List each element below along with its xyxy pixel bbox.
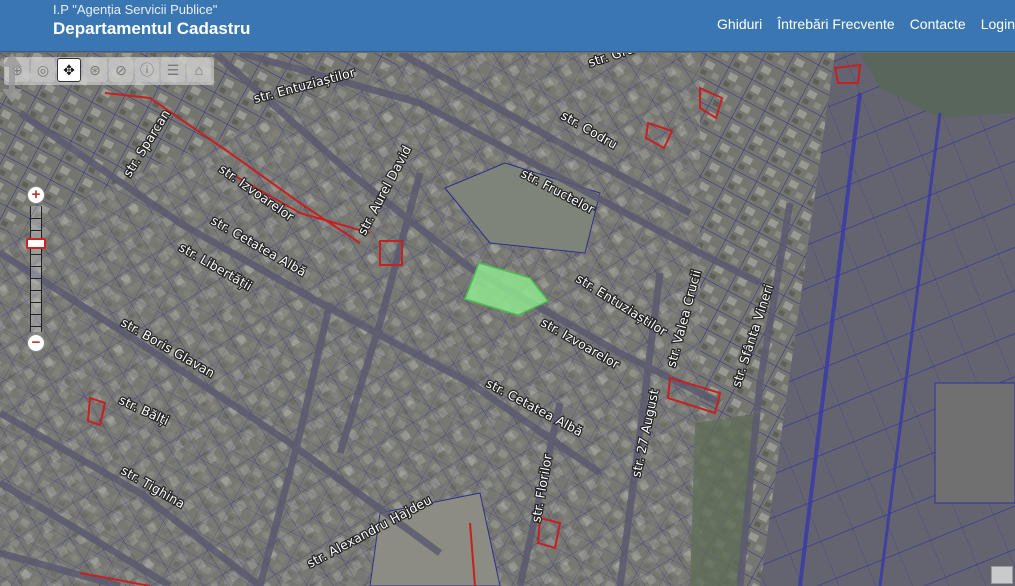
app-header: I.P "Agenția Servicii Publice" Departame…	[0, 0, 1015, 52]
pan-tool-icon[interactable]: ✥	[57, 58, 81, 82]
home-tool-icon[interactable]: ⌂	[187, 58, 211, 82]
identify-tool-icon[interactable]: ⊛	[83, 58, 107, 82]
pan-arrows-icon[interactable]	[0, 53, 24, 103]
map-canvas[interactable]: str. Grădinilor str. Entuziaștilor str. …	[0, 53, 1015, 586]
top-nav: Ghiduri Întrebări Frecvente Contacte Log…	[702, 16, 1015, 32]
zoom-in-button[interactable]: +	[27, 186, 45, 204]
zoom-track[interactable]	[30, 206, 42, 332]
zoom-slider-handle[interactable]	[26, 238, 46, 249]
nav-faq-link[interactable]: Întrebări Frecvente	[777, 16, 895, 32]
zoom-out-tool-icon[interactable]: ◎	[31, 58, 55, 82]
organization-name: I.P "Agenția Servicii Publice"	[53, 2, 218, 17]
map-toolbar: ⊕ ◎ ✥ ⊛ ⊘ ⓘ ☰ ⌂	[4, 57, 214, 85]
department-title: Departamentul Cadastru	[53, 19, 251, 38]
overview-map-toggle-icon[interactable]	[991, 566, 1013, 584]
nav-login-link[interactable]: Login	[981, 16, 1015, 32]
nav-guides-link[interactable]: Ghiduri	[717, 16, 762, 32]
measure-tool-icon[interactable]: ⊘	[109, 58, 133, 82]
info-tool-icon[interactable]: ⓘ	[135, 58, 159, 82]
nav-contacts-link[interactable]: Contacte	[910, 16, 966, 32]
zoom-out-button[interactable]: −	[27, 334, 45, 352]
cadastral-map[interactable]: str. Grădinilor str. Entuziaștilor str. …	[0, 53, 1015, 586]
layers-tool-icon[interactable]: ☰	[161, 58, 185, 82]
zoom-control: + −	[26, 186, 46, 352]
